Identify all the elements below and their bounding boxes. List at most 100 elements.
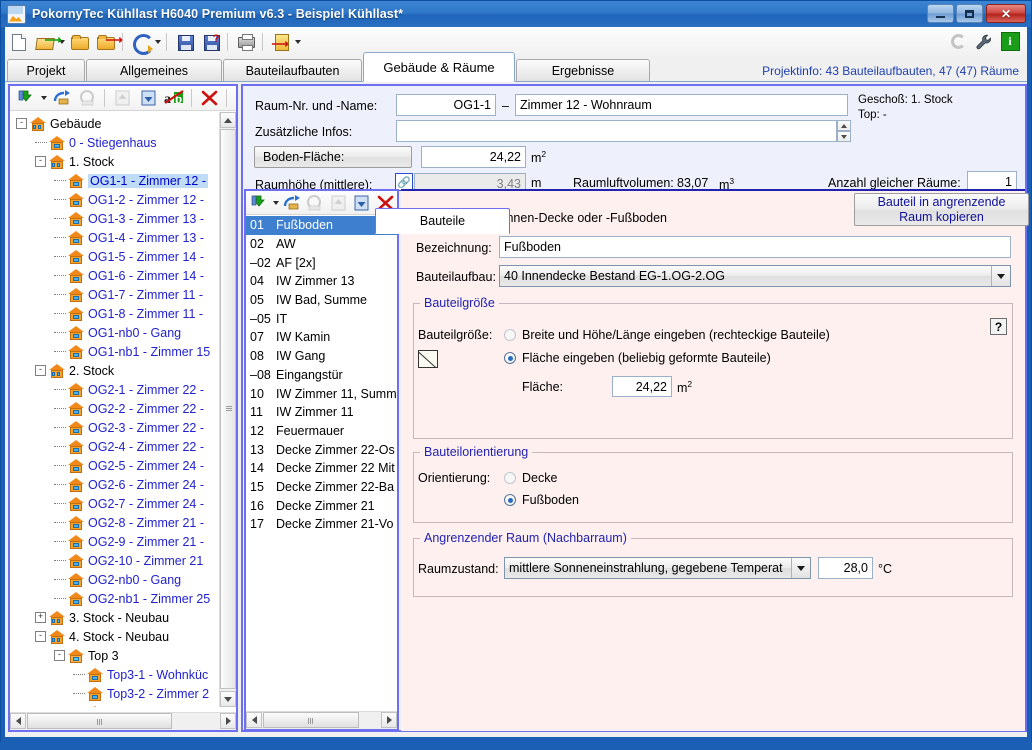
close-button[interactable]: ✕ xyxy=(986,4,1026,23)
radio-rect[interactable] xyxy=(504,329,516,341)
scroll-down-button[interactable] xyxy=(220,691,236,707)
tree-item[interactable]: 0 - Stiegenhaus xyxy=(10,133,220,152)
tree-item[interactable]: +3. Stock - Neubau xyxy=(10,608,220,627)
tab-allgemeines[interactable]: Allgemeines xyxy=(86,59,222,82)
component-list-item[interactable]: 07 IW Kamin xyxy=(246,328,397,347)
help-button[interactable]: ? xyxy=(990,318,1007,335)
tree-item[interactable]: OG2-2 - Zimmer 22 - xyxy=(10,399,220,418)
tree-item[interactable]: - 1. Stock xyxy=(10,152,220,171)
component-list[interactable]: 01 Fußboden 02 AW –02 AF [2x] 04 IW Zimmer 13 05… xyxy=(246,216,397,712)
collapse-icon[interactable]: - xyxy=(35,365,46,376)
bauteilaufbau-select[interactable]: 40 Innendecke Bestand EG-1.OG-2.OG xyxy=(499,265,1011,287)
info-icon[interactable]: i xyxy=(999,31,1021,53)
component-list-item[interactable]: 10 IW Zimmer 11, Summ xyxy=(246,384,397,403)
tab-ergebnisse[interactable]: Ergebnisse xyxy=(516,59,650,82)
tree-item[interactable]: OG2-6 - Zimmer 24 - xyxy=(10,475,220,494)
tree-item[interactable]: OG1-6 - Zimmer 14 - xyxy=(10,266,220,285)
scroll-right-button[interactable] xyxy=(220,713,236,729)
open-folder-icon[interactable] xyxy=(67,30,91,54)
raumzustand-select[interactable]: mittlere Sonneneinstrahlung, gegebene Te… xyxy=(504,557,811,579)
tree-horizontal-scrollbar[interactable] xyxy=(10,712,236,730)
rename-icon[interactable]: ab xyxy=(162,86,186,110)
bezeichnung-input[interactable]: Fußboden xyxy=(499,236,1011,258)
size-option-area[interactable]: Fläche eingeben (beliebig geformte Baute… xyxy=(504,351,771,365)
paste-component-icon[interactable] xyxy=(304,191,325,215)
collapse-icon[interactable]: - xyxy=(16,118,27,129)
room-name-input[interactable]: Zimmer 12 - Wohnraum xyxy=(515,94,848,116)
tree-item[interactable]: OG1-3 - Zimmer 13 - xyxy=(10,209,220,228)
tree-item[interactable]: Top3-1 - Wohnküc xyxy=(10,665,220,684)
tab-gebaeude-raeume[interactable]: Gebäude & Räume xyxy=(363,52,515,82)
component-list-item[interactable]: –08 Eingangstür xyxy=(246,366,397,385)
scroll-up-button[interactable] xyxy=(220,112,236,128)
recalculate-dropdown-icon[interactable] xyxy=(153,31,162,53)
tree-item[interactable]: - Gebäude xyxy=(10,114,220,133)
tab-projekt[interactable]: Projekt xyxy=(7,59,85,82)
export-icon[interactable]: ⟶ xyxy=(268,30,292,54)
tree-item[interactable]: OG2-nb1 - Zimmer 25 xyxy=(10,589,220,608)
radio-fussboden[interactable] xyxy=(504,494,516,506)
room-tree[interactable]: - Gebäude 0 - Stiegenhaus - 1. Stock OG1-1 - … xyxy=(10,112,220,707)
collapse-icon[interactable]: - xyxy=(35,631,46,642)
move-down-icon[interactable] xyxy=(351,191,372,215)
save-icon[interactable] xyxy=(172,30,196,54)
save-as-folder-icon[interactable]: ⟶ xyxy=(93,30,123,54)
tree-item[interactable]: OG2-5 - Zimmer 24 - xyxy=(10,456,220,475)
component-list-item[interactable]: 14 Decke Zimmer 22 Mit xyxy=(246,459,397,478)
wrench-icon[interactable] xyxy=(973,31,995,53)
spinner-up[interactable] xyxy=(837,120,851,131)
radio-decke[interactable] xyxy=(504,472,516,484)
tree-vertical-scrollbar[interactable] xyxy=(219,112,236,707)
tree-item[interactable]: OG1-1 - Zimmer 12 - xyxy=(10,171,220,190)
new-document-icon[interactable] xyxy=(6,30,30,54)
delete-icon[interactable] xyxy=(197,86,221,110)
component-list-item[interactable]: 12 Feuermauer xyxy=(246,422,397,441)
component-list-item[interactable]: 16 Decke Zimmer 21 xyxy=(246,496,397,515)
component-list-item[interactable]: 08 IW Gang xyxy=(246,347,397,366)
tree-item[interactable]: Top3-2 - Zimmer 2 xyxy=(10,684,220,703)
tree-item[interactable]: OG1-2 - Zimmer 12 - xyxy=(10,190,220,209)
add-component-dropdown-icon[interactable] xyxy=(271,192,279,214)
save-help-icon[interactable]: ? xyxy=(198,30,222,54)
print-icon[interactable] xyxy=(233,30,257,54)
tree-item[interactable]: OG2-4 - Zimmer 22 - xyxy=(10,437,220,456)
tab-bauteilaufbauten[interactable]: Bauteilaufbauten xyxy=(223,59,362,82)
tree-item[interactable]: OG2-9 - Zimmer 21 - xyxy=(10,532,220,551)
add-room-dropdown-icon[interactable] xyxy=(39,87,48,109)
chevron-down-icon[interactable] xyxy=(791,558,810,578)
tree-item[interactable]: OG2-3 - Zimmer 22 - xyxy=(10,418,220,437)
component-list-item[interactable]: 15 Decke Zimmer 22-Ba xyxy=(246,478,397,497)
scroll-thumb[interactable] xyxy=(27,713,172,729)
tree-item[interactable]: OG1-5 - Zimmer 14 - xyxy=(10,247,220,266)
flaeche-input[interactable]: 24,22 xyxy=(612,376,672,397)
tree-item[interactable]: OG1-7 - Zimmer 11 - xyxy=(10,285,220,304)
component-list-item[interactable]: 17 Decke Zimmer 21-Vo xyxy=(246,515,397,534)
tree-item[interactable]: OG1-4 - Zimmer 13 - xyxy=(10,228,220,247)
component-list-item[interactable]: 13 Decke Zimmer 22-Os xyxy=(246,440,397,459)
tree-item[interactable]: OG2-10 - Zimmer 21 xyxy=(10,551,220,570)
floor-area-input[interactable]: 24,22 xyxy=(421,146,526,168)
tree-item[interactable]: OG1-nb1 - Zimmer 15 xyxy=(10,342,220,361)
copy-room-icon[interactable] xyxy=(49,86,73,110)
scroll-right-button[interactable] xyxy=(381,712,397,728)
tree-item[interactable]: - Top 3 xyxy=(10,646,220,665)
scroll-left-button[interactable] xyxy=(10,713,26,729)
orientation-option-decke[interactable]: Decke xyxy=(504,471,557,485)
tree-item[interactable]: Top3-3 - Zimmer 2 xyxy=(10,703,220,707)
scroll-thumb[interactable] xyxy=(263,712,359,728)
component-list-item[interactable]: 05 IW Bad, Summe xyxy=(246,291,397,310)
tree-item[interactable]: OG1-nb0 - Gang xyxy=(10,323,220,342)
component-list-horizontal-scrollbar[interactable] xyxy=(246,711,397,729)
tree-item[interactable]: OG2-7 - Zimmer 24 - xyxy=(10,494,220,513)
copy-to-adjacent-room-button[interactable]: Bauteil in angrenzende Raum kopieren xyxy=(854,193,1029,226)
tree-item[interactable]: OG2-8 - Zimmer 21 - xyxy=(10,513,220,532)
add-component-icon[interactable] xyxy=(249,191,270,215)
extra-info-spinner[interactable] xyxy=(837,120,851,142)
tree-item[interactable]: OG1-8 - Zimmer 11 - xyxy=(10,304,220,323)
component-list-item[interactable]: –05 IT xyxy=(246,309,397,328)
minimize-button[interactable] xyxy=(927,4,954,23)
spinner-down[interactable] xyxy=(837,131,851,142)
scroll-left-button[interactable] xyxy=(246,712,262,728)
collapse-icon[interactable]: - xyxy=(35,156,46,167)
component-list-item[interactable]: 02 AW xyxy=(246,235,397,254)
